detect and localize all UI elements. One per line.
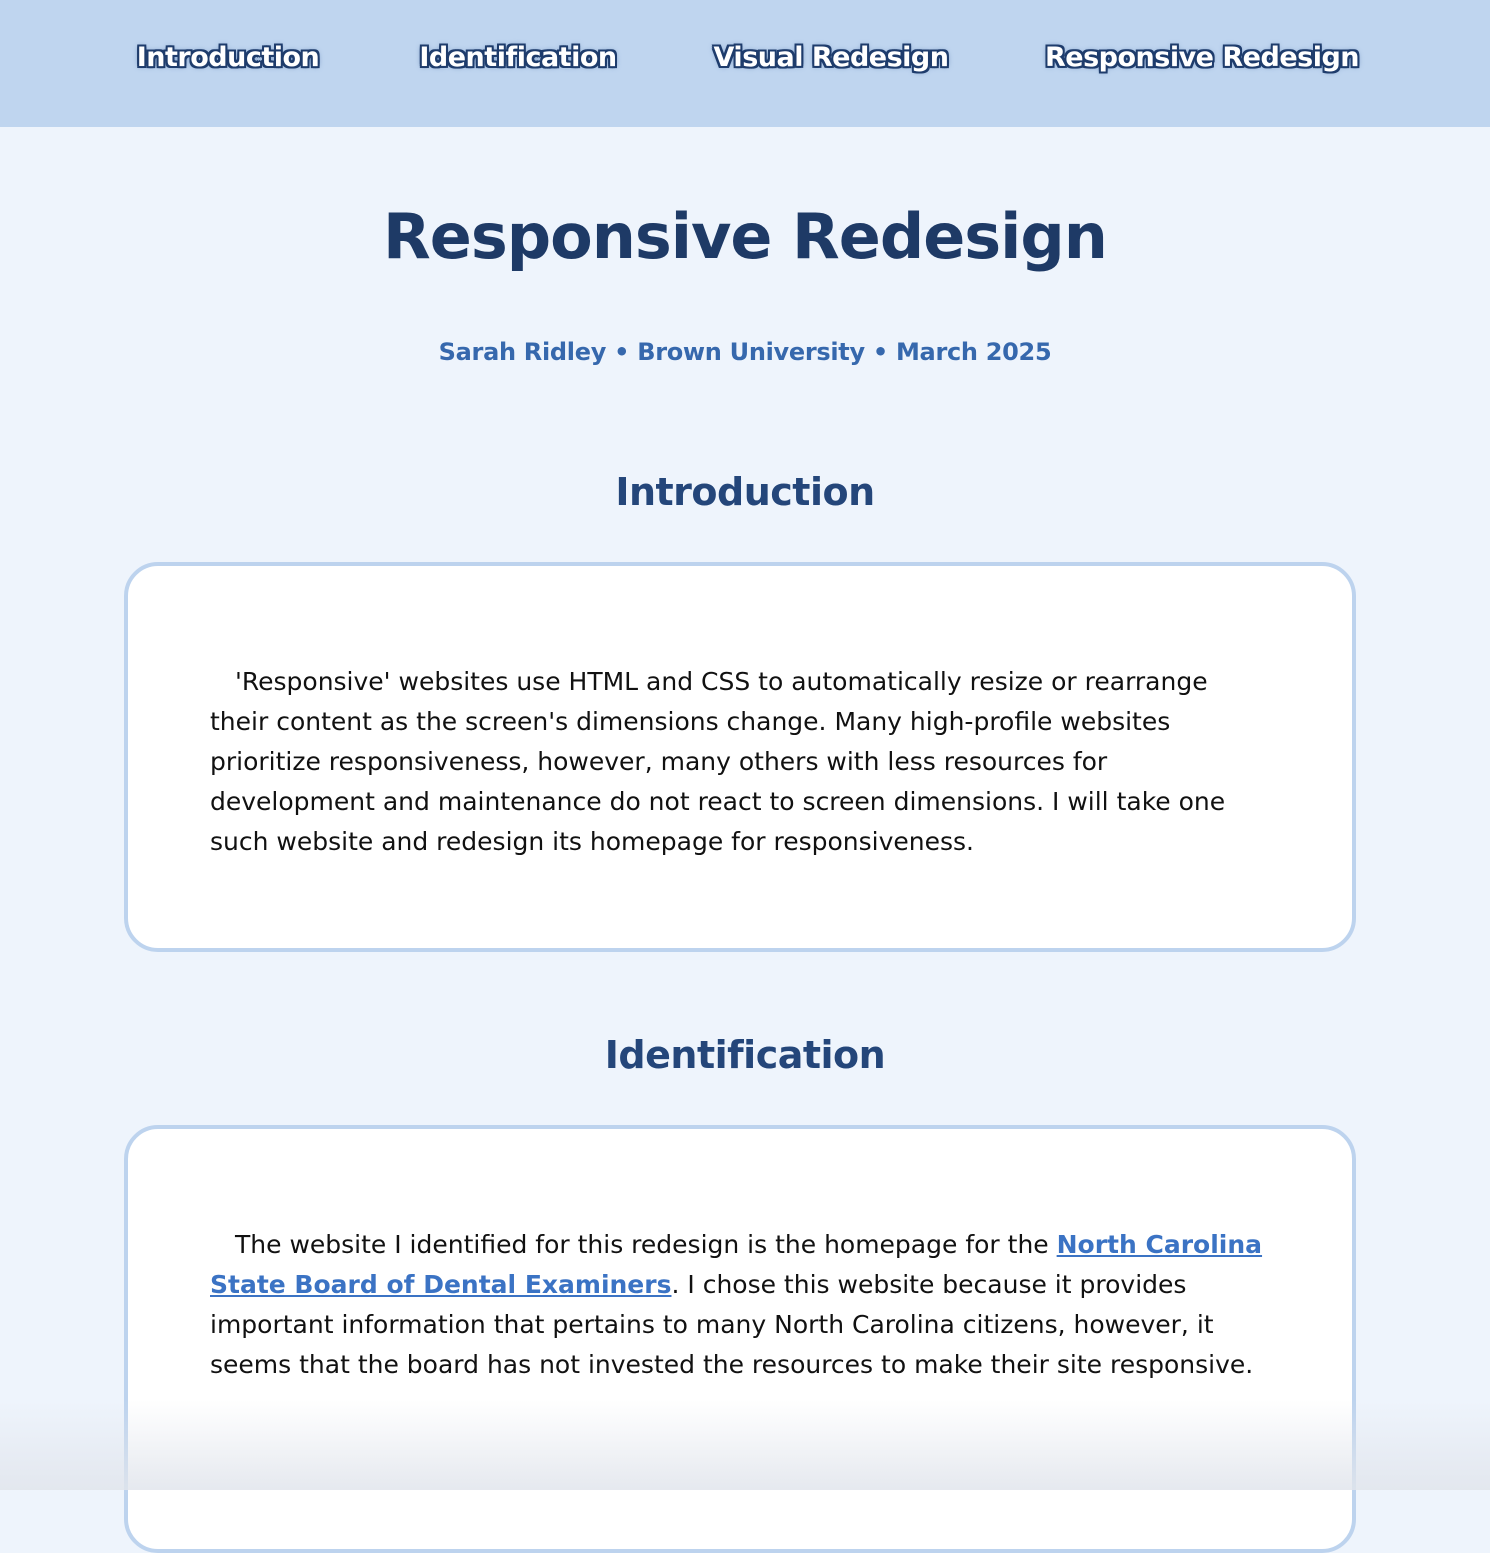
section-heading-identification: Identification <box>604 1033 886 1077</box>
identification-body: The website I identified for this redesi… <box>210 1225 1270 1385</box>
identification-card: The website I identified for this redesi… <box>124 1125 1356 1553</box>
page-title: Responsive Redesign <box>383 200 1108 273</box>
nav-link-visual-redesign[interactable]: Visual Redesign <box>705 42 957 73</box>
introduction-body: 'Responsive' websites use HTML and CSS t… <box>210 667 1226 856</box>
section-heading-introduction: Introduction <box>615 470 875 514</box>
nav-link-introduction[interactable]: Introduction <box>126 42 330 73</box>
byline: Sarah Ridley • Brown University • March … <box>438 338 1052 366</box>
nav-link-identification[interactable]: Identification <box>406 42 630 73</box>
top-navbar: Introduction Identification Visual Redes… <box>0 0 1490 127</box>
introduction-card: 'Responsive' websites use HTML and CSS t… <box>124 562 1356 952</box>
nav-link-responsive-redesign[interactable]: Responsive Redesign <box>1034 42 1370 73</box>
identification-body-before: The website I identified for this redesi… <box>235 1230 1057 1259</box>
